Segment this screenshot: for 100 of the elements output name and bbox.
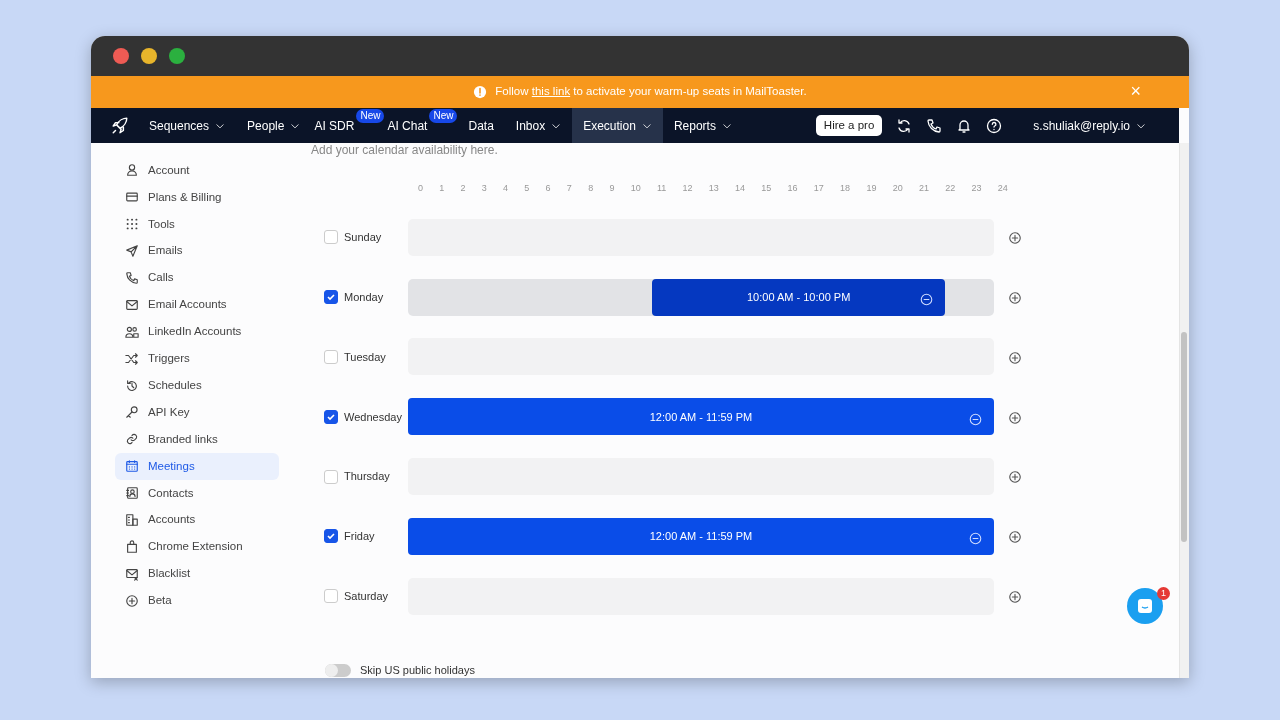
refresh-icon[interactable] xyxy=(896,117,913,134)
maximize-window-button[interactable] xyxy=(169,48,185,64)
hour-label: 11 xyxy=(656,182,667,195)
envelope-icon xyxy=(125,297,139,312)
hour-label: 7 xyxy=(566,182,572,195)
hire-button[interactable]: Hire a pro xyxy=(815,114,883,137)
toggle-label: Skip US public holidays xyxy=(360,663,475,678)
nav-item[interactable]: Sequences xyxy=(138,108,237,143)
checkbox[interactable] xyxy=(324,529,338,544)
toggle-switch[interactable] xyxy=(325,663,351,677)
building-icon xyxy=(125,513,139,527)
hour-label: 24 xyxy=(997,182,1008,195)
sidebar-item[interactable]: LinkedIn Accounts xyxy=(115,318,279,346)
nav-item[interactable]: Reports xyxy=(662,108,743,143)
hour-label: 0 xyxy=(418,182,423,195)
nav-item[interactable]: AI SDR New xyxy=(311,108,385,143)
day-label: Sunday xyxy=(344,230,382,246)
contact-card-icon xyxy=(125,486,139,501)
notification-badge: 1 xyxy=(1157,587,1170,600)
hour-label: 20 xyxy=(892,182,903,195)
sidebar-item[interactable]: Triggers xyxy=(115,345,279,373)
subtitle: Add your calendar availability here. xyxy=(311,144,499,156)
sidebar-item[interactable]: Emails xyxy=(115,237,279,265)
help-icon[interactable] xyxy=(986,117,1003,134)
minus-circle-icon xyxy=(969,412,982,426)
hour-label: 19 xyxy=(866,182,877,195)
hour-label: 4 xyxy=(503,182,509,195)
hour-label: 21 xyxy=(918,182,929,195)
hour-label: 9 xyxy=(609,182,615,195)
hour-label: 10 xyxy=(630,182,641,195)
add-icon[interactable] xyxy=(1008,350,1022,365)
hour-label: 15 xyxy=(761,182,772,195)
sidebar-item[interactable]: Tools xyxy=(115,210,279,238)
add-icon[interactable] xyxy=(1008,590,1022,604)
check-icon xyxy=(326,411,336,422)
nav-item[interactable]: Data xyxy=(457,108,505,143)
day-label: Friday xyxy=(344,529,375,545)
nav-item[interactable]: AI Chat New xyxy=(384,108,458,143)
bag-icon xyxy=(125,539,139,554)
send-icon xyxy=(125,244,139,259)
user-icon xyxy=(125,163,139,178)
banner-text: Follow this link to activate your warm-up seats in MailToaster. xyxy=(495,84,807,100)
history-icon xyxy=(125,378,139,393)
close-window-button[interactable] xyxy=(113,48,129,64)
sidebar-item[interactable]: Account xyxy=(115,157,279,184)
hour-label: 17 xyxy=(813,182,824,195)
sidebar-item[interactable]: Plans & Billing xyxy=(115,183,279,211)
hour-label: 23 xyxy=(971,182,982,195)
mail-x-icon xyxy=(125,566,139,581)
key-icon xyxy=(125,405,139,420)
sidebar-item[interactable]: Branded links xyxy=(115,425,279,453)
scrollbar[interactable] xyxy=(1181,332,1187,542)
sidebar-item[interactable]: Calls xyxy=(115,264,279,292)
sidebar-item[interactable]: Schedules xyxy=(115,372,279,399)
user-menu[interactable]: s.shuliak@reply.io xyxy=(1022,108,1157,143)
time-slot[interactable]: 12:00 AM - 11:59 PM xyxy=(408,517,994,555)
day-label: Thursday xyxy=(344,469,390,485)
chat-icon xyxy=(1136,597,1154,615)
sidebar-item[interactable]: Meetings xyxy=(115,452,279,480)
add-icon[interactable] xyxy=(1008,291,1022,305)
hour-label: 12 xyxy=(682,182,693,195)
hour-label: 3 xyxy=(481,182,487,195)
checkbox[interactable] xyxy=(324,409,338,424)
checkbox[interactable] xyxy=(324,290,338,305)
hour-label: 6 xyxy=(545,182,551,195)
day-label: Monday xyxy=(344,289,384,305)
phone-icon xyxy=(125,271,139,285)
nav-item[interactable]: Execution xyxy=(572,108,663,143)
time-track[interactable]: 10:00 AM - 10:00 PM xyxy=(408,278,994,316)
sidebar-item[interactable]: Beta xyxy=(115,587,279,615)
day-label: Saturday xyxy=(344,588,389,604)
hour-label: 14 xyxy=(735,182,746,195)
minimize-window-button[interactable] xyxy=(141,48,157,64)
rocket-icon xyxy=(111,116,129,135)
plus-circle-icon xyxy=(125,593,139,608)
sidebar-item[interactable]: Accounts xyxy=(115,506,279,534)
sidebar-item[interactable]: Blacklist xyxy=(115,560,279,588)
add-icon[interactable] xyxy=(1008,410,1022,425)
hour-label: 16 xyxy=(787,182,798,195)
new-badge: New xyxy=(429,109,458,123)
sidebar-item[interactable]: API Key xyxy=(115,399,279,426)
grid-icon xyxy=(125,217,139,232)
time-slot[interactable]: 12:00 AM - 11:59 PM xyxy=(408,398,994,436)
calendar-icon xyxy=(125,459,139,474)
add-icon[interactable] xyxy=(1008,231,1022,246)
sidebar-item[interactable]: Contacts xyxy=(115,479,279,507)
add-icon[interactable] xyxy=(1008,470,1022,485)
sidebar-item[interactable]: Chrome Extension xyxy=(115,533,279,561)
minus-circle-icon xyxy=(969,532,982,546)
time-slot[interactable]: 10:00 AM - 10:00 PM xyxy=(652,278,946,316)
link-icon xyxy=(125,432,139,447)
nav-item[interactable]: Inbox xyxy=(504,108,573,143)
nav-item[interactable]: People xyxy=(236,108,312,143)
new-badge: New xyxy=(356,109,385,123)
phone-icon[interactable] xyxy=(926,117,943,134)
hour-label: 2 xyxy=(460,182,466,195)
sidebar-item[interactable]: Email Accounts xyxy=(115,291,279,319)
minus-circle-icon xyxy=(920,293,934,307)
chat-button[interactable] xyxy=(1127,588,1163,624)
add-icon[interactable] xyxy=(1008,530,1022,545)
